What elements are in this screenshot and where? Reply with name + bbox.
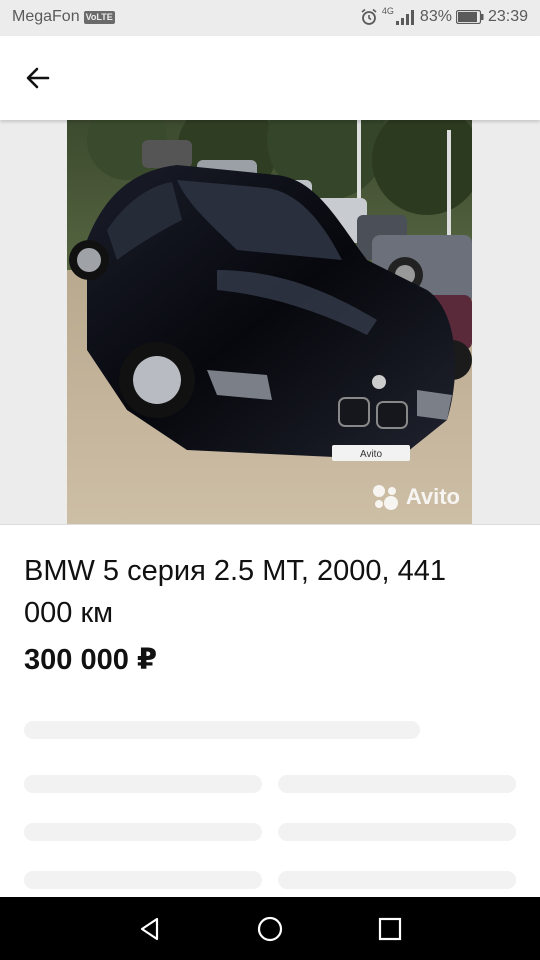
- carrier-name: MegaFon: [12, 8, 80, 25]
- status-icons: 4G 83% 23:39: [356, 6, 528, 26]
- avito-logo-icon: [372, 485, 398, 510]
- back-button[interactable]: [18, 58, 58, 98]
- watermark-text: Avito: [405, 484, 460, 509]
- skeleton-line: [24, 823, 262, 841]
- car-photo[interactable]: Avito Avito: [67, 120, 472, 524]
- plate-text: Avito: [360, 449, 382, 460]
- skeleton-line: [278, 775, 516, 793]
- nav-home-button[interactable]: [252, 911, 288, 947]
- skeleton-line: [278, 871, 516, 889]
- battery-icon: [455, 10, 484, 24]
- square-recents-icon: [378, 917, 402, 941]
- signal-icon: [395, 10, 414, 25]
- circle-home-icon: [257, 916, 283, 942]
- avito-watermark: Avito: [370, 482, 460, 512]
- navigation-bar: [0, 897, 540, 960]
- alarm-icon: [361, 8, 377, 25]
- triangle-back-icon: [140, 917, 159, 941]
- carrier-info: MegaFon VoLTE: [12, 8, 115, 26]
- volte-badge: VoLTE: [83, 10, 115, 24]
- listing-price: 300 000 ₽: [24, 644, 158, 676]
- app-bar: [0, 36, 540, 120]
- arrow-left-icon: [26, 67, 50, 89]
- car-photo-image: Avito: [67, 120, 472, 524]
- status-bar: MegaFon VoLTE 4G 83% 23:39: [0, 0, 540, 36]
- listing-title: BMW 5 серия 2.5 MT, 2000, 441 000 км: [24, 555, 446, 629]
- network-type: 4G: [381, 6, 394, 16]
- nav-recents-button[interactable]: [372, 911, 408, 947]
- screen: MegaFon VoLTE 4G 83% 23:39 Avito Avito B…: [0, 0, 540, 960]
- skeleton-line: [24, 775, 262, 793]
- photo-gallery[interactable]: Avito Avito: [0, 120, 540, 525]
- skeleton-line: [24, 871, 262, 889]
- battery-percent: 83%: [419, 8, 452, 25]
- skeleton-line: [24, 721, 420, 739]
- nav-back-button[interactable]: [132, 911, 168, 947]
- skeleton-line: [278, 823, 516, 841]
- clock: 23:39: [487, 8, 528, 25]
